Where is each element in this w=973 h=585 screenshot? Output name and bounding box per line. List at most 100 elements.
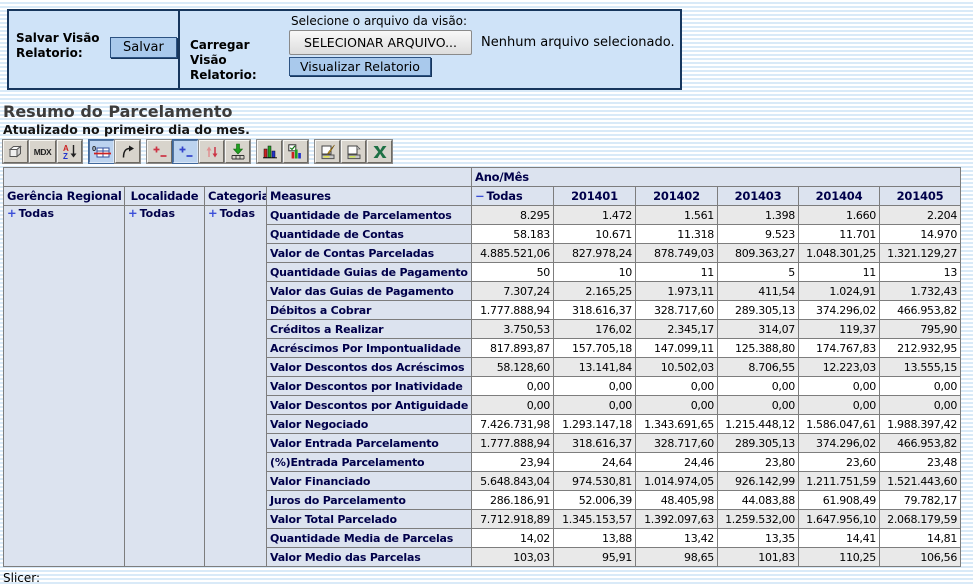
value-cell: 328.717,60	[636, 434, 718, 453]
drill-member-icon[interactable]	[147, 140, 172, 163]
value-cell: 125.388,80	[718, 339, 799, 358]
page-subtitle: Atualizado no primeiro dia do mes.	[3, 122, 250, 137]
value-cell: 13,42	[636, 529, 718, 548]
value-cell: 101,83	[718, 548, 799, 567]
value-cell: 1.521.443,60	[880, 472, 961, 491]
value-cell: 5	[718, 263, 799, 282]
row-header-categoria: Categoria	[205, 187, 267, 206]
expand-icon[interactable]: +	[208, 206, 218, 220]
row-member-label: Todas	[19, 207, 54, 220]
value-cell: 9.523	[718, 225, 799, 244]
value-cell: 14,02	[472, 529, 554, 548]
value-cell: 1.211.751,59	[799, 472, 880, 491]
select-file-button[interactable]: SELECIONAR ARQUIVO...	[289, 30, 472, 55]
value-cell: 10.502,03	[636, 358, 718, 377]
value-cell: 61.908,49	[799, 491, 880, 510]
file-select-label: Selecione o arquivo da visão:	[291, 14, 467, 28]
chart-config-icon[interactable]	[283, 140, 308, 163]
value-cell: 23,60	[799, 453, 880, 472]
column-header-label: 201402	[653, 189, 700, 203]
value-cell: 1.973,11	[636, 282, 718, 301]
value-cell: 1.392.097,63	[636, 510, 718, 529]
show-chart-icon[interactable]	[257, 140, 282, 163]
row-header-gerencia-regional: Gerência Regional	[4, 187, 125, 206]
value-cell: 10	[554, 263, 636, 282]
measure-label-cell: Valor Total Parcelado	[267, 510, 472, 529]
value-cell: 466.953,82	[880, 434, 961, 453]
value-cell: 466.953,82	[880, 301, 961, 320]
file-status-text: Nenhum arquivo selecionado.	[481, 35, 675, 50]
value-cell: 58.128,60	[472, 358, 554, 377]
value-cell: 328.717,60	[636, 301, 718, 320]
value-cell: 926.142,99	[718, 472, 799, 491]
value-cell: 79.782,17	[880, 491, 961, 510]
save-view-label: Salvar Visão Relatorio:	[16, 31, 116, 61]
value-cell: 0,00	[880, 396, 961, 415]
panel-divider	[178, 11, 180, 88]
value-cell: 289.305,13	[718, 301, 799, 320]
column-header: 201405	[880, 187, 961, 206]
value-cell: 318.616,37	[554, 301, 636, 320]
value-cell: 1.215.448,12	[718, 415, 799, 434]
value-cell: 1.777.888,94	[472, 434, 554, 453]
print-icon[interactable]	[341, 140, 366, 163]
column-header-label: 201404	[816, 189, 863, 203]
column-header: 201401	[554, 187, 636, 206]
value-cell: 23,80	[718, 453, 799, 472]
value-cell: 0,00	[636, 377, 718, 396]
value-cell: 827.978,24	[554, 244, 636, 263]
row-member-cell: +Todas	[4, 206, 125, 567]
suppress-empty-icon[interactable]: 0	[89, 140, 114, 163]
cube-navigator-icon[interactable]	[3, 140, 28, 163]
value-cell: 14,41	[799, 529, 880, 548]
value-cell: 1.472	[554, 206, 636, 225]
value-cell: 24,46	[636, 453, 718, 472]
measure-label-cell: Créditos a Realizar	[267, 320, 472, 339]
value-cell: 314,07	[718, 320, 799, 339]
measure-label-cell: (%)Entrada Parcelamento	[267, 453, 472, 472]
view-report-button[interactable]: Visualizar Relatorio	[289, 57, 431, 76]
drill-through-icon[interactable]	[225, 140, 250, 163]
sort-icon[interactable]: AZ	[57, 140, 82, 163]
table-row: +Todas+Todas+TodasQuantidade de Parcelam…	[4, 206, 961, 225]
column-header-label: Todas	[486, 189, 522, 203]
file-row: SELECIONAR ARQUIVO... Nenhum arquivo sel…	[289, 30, 675, 55]
value-cell: 8.295	[472, 206, 554, 225]
value-cell: 1.398	[718, 206, 799, 225]
measure-label-cell: Valor Financiado	[267, 472, 472, 491]
swap-axes-icon[interactable]	[115, 140, 140, 163]
column-header: 201403	[718, 187, 799, 206]
expand-icon[interactable]: +	[128, 206, 138, 220]
value-cell: 13,88	[554, 529, 636, 548]
value-cell: 374.296,02	[799, 301, 880, 320]
mdx-button[interactable]: MDX	[29, 140, 56, 163]
column-header-label: 201403	[735, 189, 782, 203]
value-cell: 98,65	[636, 548, 718, 567]
excel-icon[interactable]	[367, 140, 392, 163]
column-header: −Todas	[472, 187, 554, 206]
value-cell: 1.321.129,27	[880, 244, 961, 263]
drill-position-icon[interactable]	[173, 140, 198, 163]
value-cell: 2.204	[880, 206, 961, 225]
value-cell: 817.893,87	[472, 339, 554, 358]
value-cell: 52.006,39	[554, 491, 636, 510]
slicer-label: Slicer:	[3, 571, 40, 585]
save-button[interactable]: Salvar	[110, 37, 177, 58]
print-config-icon[interactable]	[315, 140, 340, 163]
expand-icon[interactable]: +	[7, 206, 17, 220]
value-cell: 974.530,81	[554, 472, 636, 491]
row-member-cell: +Todas	[125, 206, 205, 567]
pivot-table: Ano/Mês Gerência Regional Localidade Cat…	[3, 167, 961, 567]
value-cell: 0,00	[718, 377, 799, 396]
value-cell: 13.555,15	[880, 358, 961, 377]
value-cell: 48.405,98	[636, 491, 718, 510]
value-cell: 11.701	[799, 225, 880, 244]
value-cell: 7.712.918,89	[472, 510, 554, 529]
column-header-label: 201405	[897, 189, 944, 203]
value-cell: 1.014.974,05	[636, 472, 718, 491]
column-header: 201404	[799, 187, 880, 206]
drill-replace-icon[interactable]	[199, 140, 224, 163]
value-cell: 24,64	[554, 453, 636, 472]
collapse-icon[interactable]: −	[475, 189, 484, 203]
measure-label-cell: Valor Descontos por Antiguidade	[267, 396, 472, 415]
